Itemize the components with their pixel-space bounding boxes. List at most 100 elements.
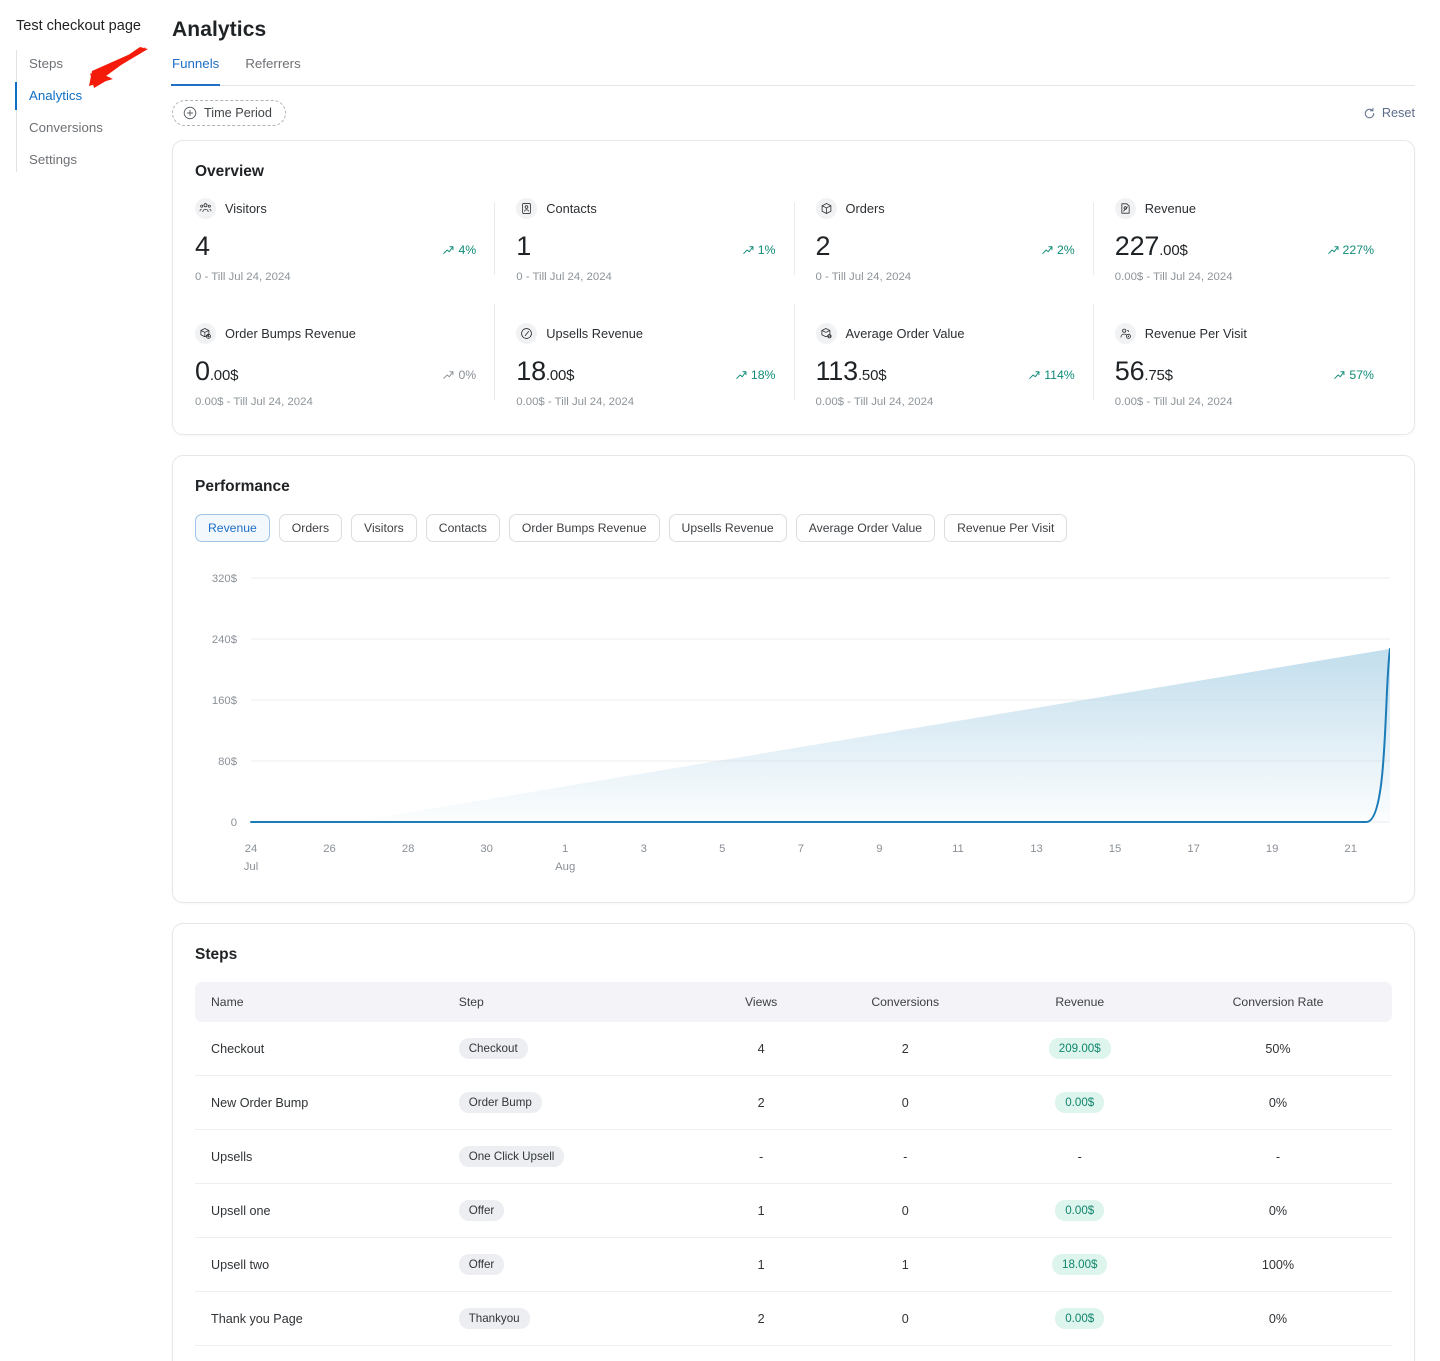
table-row[interactable]: New Order Bump Order Bump 2 0 0.00$ 0% xyxy=(195,1075,1392,1130)
metric-delta: 18% xyxy=(735,368,776,385)
trend-up-icon xyxy=(736,371,747,379)
table-row[interactable]: Upsell two Offer 1 1 18.00$ 100% xyxy=(195,1237,1392,1292)
steps-table-head: Name Step Views Conversions Revenue Conv… xyxy=(195,982,1392,1022)
cell-revenue: 0.00$ xyxy=(995,1291,1165,1346)
trend-up-icon xyxy=(443,371,454,379)
cell-step: Offer xyxy=(448,1237,708,1292)
col-conversions: Conversions xyxy=(814,982,996,1022)
y-axis-tick-label: 320$ xyxy=(212,573,238,585)
chip-contacts[interactable]: Contacts xyxy=(425,514,500,542)
trend-up-icon xyxy=(1042,246,1053,254)
cell-revenue: 0.00$ xyxy=(995,1075,1165,1130)
metric-subtext: 0.00$ - Till Jul 24, 2024 xyxy=(1114,396,1233,408)
x-axis-tick-label: 28 xyxy=(402,843,415,855)
cell-step: Checkout xyxy=(448,1022,708,1076)
metric-value: 0.00$ xyxy=(195,356,239,386)
x-axis-tick-label: 21 xyxy=(1344,843,1357,855)
x-axis-tick-label: 7 xyxy=(798,843,804,855)
cell-conversions: 2 xyxy=(814,1022,996,1076)
metric-delta: 227% xyxy=(1327,243,1374,260)
sidebar-item-settings[interactable]: Settings xyxy=(16,144,172,176)
performance-metric-chips: Revenue Orders Visitors Contacts Order B… xyxy=(195,514,1392,542)
cell-views: 4 xyxy=(707,1022,815,1076)
sidebar: Test checkout page Steps Analytics Conve… xyxy=(0,0,172,1361)
table-row[interactable]: Upsell one Offer 1 0 0.00$ 0% xyxy=(195,1183,1392,1238)
steps-table-body: Checkout Checkout 4 2 209.00$ 50% New Order Bu… xyxy=(195,1022,1392,1346)
chip-upsells-revenue[interactable]: Upsells Revenue xyxy=(668,514,787,542)
metric-subtext: 0.00$ - Till Jul 24, 2024 xyxy=(516,396,635,408)
x-axis-tick-label: 15 xyxy=(1109,843,1122,855)
metric-delta: 1% xyxy=(742,243,776,260)
chip-average-order-value[interactable]: Average Order Value xyxy=(795,514,936,542)
cell-views: 2 xyxy=(707,1075,815,1130)
metric-subtext: 0 - Till Jul 24, 2024 xyxy=(815,271,912,283)
cell-name: Upsell two xyxy=(195,1237,449,1292)
sidebar-item-conversions[interactable]: Conversions xyxy=(16,112,172,144)
y-axis-tick-label: 240$ xyxy=(212,634,238,646)
time-period-button[interactable]: Time Period xyxy=(172,100,286,126)
compass-icon xyxy=(516,323,538,344)
x-axis-tick-label: 17 xyxy=(1187,843,1200,855)
cell-views: 1 xyxy=(707,1237,815,1292)
metric-label: Upsells Revenue xyxy=(546,326,643,341)
table-row[interactable]: Thank you Page Thankyou 2 0 0.00$ 0% xyxy=(195,1291,1392,1346)
cell-conversions: 0 xyxy=(814,1183,996,1238)
metric-value: 227.00$ xyxy=(1114,231,1188,261)
cell-views: - xyxy=(707,1129,815,1184)
metric-order-bumps-revenue: Order Bumps Revenue 0.00$ 0% 0.00$ - Til… xyxy=(195,300,494,408)
metric-label: Contacts xyxy=(546,201,597,216)
metric-label: Revenue xyxy=(1144,201,1196,216)
box-plus-icon xyxy=(195,323,216,344)
cell-name: New Order Bump xyxy=(195,1075,449,1130)
sidebar-item-steps[interactable]: Steps xyxy=(16,48,172,80)
metric-orders: Orders 2 2% 0 - Till Jul 24, 2024 xyxy=(793,198,1093,283)
revenue-badge: 0.00$ xyxy=(1055,1092,1105,1113)
revenue-area-chart: 080$160$240$320$24 26 28 30 1 3 5 7 9 11 13 15 17 19 2… xyxy=(212,573,1390,873)
chip-orders[interactable]: Orders xyxy=(278,514,343,542)
chip-order-bumps-revenue[interactable]: Order Bumps Revenue xyxy=(508,514,660,542)
performance-chart[interactable]: 0 80$ 160$ 240$ 320$ 24 26 28 30 1 3 5 7 9 11 13 15 17 19 2… xyxy=(195,564,1392,884)
metric-label: Orders xyxy=(845,201,885,216)
circle-plus-icon xyxy=(183,106,197,120)
step-type-badge: Thankyou xyxy=(458,1308,530,1329)
trend-up-icon xyxy=(443,246,454,254)
tab-funnels[interactable]: Funnels xyxy=(170,56,221,86)
table-row[interactable]: Upsells One Click Upsell - - - - xyxy=(195,1129,1392,1184)
y-axis-tick-label: 160$ xyxy=(212,695,238,707)
col-step: Step xyxy=(448,982,708,1022)
cell-name: Thank you Page xyxy=(195,1291,449,1346)
trend-up-icon xyxy=(1327,246,1338,254)
cell-name: Checkout xyxy=(195,1022,449,1076)
main-content: Analytics Funnels Referrers Time Period … xyxy=(170,0,1440,1361)
metric-delta: 2% xyxy=(1041,243,1075,260)
x-axis-month-label: Aug xyxy=(555,861,575,873)
x-axis-tick-label: 3 xyxy=(641,843,647,855)
reset-label: Reset xyxy=(1381,106,1415,120)
box-icon xyxy=(815,198,837,219)
metric-delta: 4% xyxy=(442,243,476,260)
chart-area-fill xyxy=(351,648,1390,822)
x-axis-tick-label: 5 xyxy=(719,843,725,855)
metric-revenue-per-visit: Revenue Per Visit 56.75$ 57% 0.00$ - Til… xyxy=(1092,300,1392,408)
cell-name: Upsell one xyxy=(195,1183,449,1238)
chip-revenue-per-visit[interactable]: Revenue Per Visit xyxy=(944,514,1068,542)
table-header-row: Name Step Views Conversions Revenue Conv… xyxy=(195,982,1392,1022)
x-axis-tick-label: 24 xyxy=(245,843,258,855)
x-axis-tick-label: 13 xyxy=(1030,843,1043,855)
table-row[interactable]: Checkout Checkout 4 2 209.00$ 50% xyxy=(195,1022,1392,1076)
sidebar-item-analytics[interactable]: Analytics xyxy=(15,80,172,112)
reset-button[interactable]: Reset xyxy=(1363,106,1415,120)
tab-referrers[interactable]: Referrers xyxy=(245,56,300,85)
metric-value: 18.00$ xyxy=(516,356,575,386)
chip-revenue[interactable]: Revenue xyxy=(195,514,270,542)
metric-revenue: Revenue 227.00$ 227% 0.00$ - Till Jul 24… xyxy=(1092,198,1392,283)
cell-conversions: 1 xyxy=(814,1237,996,1292)
x-axis-tick-label: 9 xyxy=(876,843,882,855)
chip-visitors[interactable]: Visitors xyxy=(351,514,417,542)
cell-conversion-rate: 100% xyxy=(1164,1237,1392,1292)
revenue-badge: 209.00$ xyxy=(1048,1038,1111,1059)
sidebar-title: Test checkout page xyxy=(16,18,141,34)
col-name: Name xyxy=(195,982,449,1022)
metric-value: 4 xyxy=(195,231,210,261)
metric-subtext: 0.00$ - Till Jul 24, 2024 xyxy=(1114,271,1233,283)
